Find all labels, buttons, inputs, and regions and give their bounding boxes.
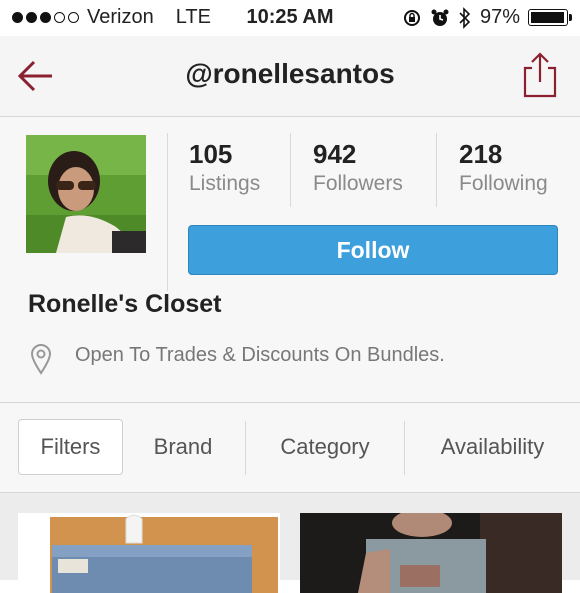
stat-divider xyxy=(290,133,291,207)
rotation-lock-icon xyxy=(403,9,420,26)
following-count: 218 xyxy=(459,139,503,169)
following-label: Following xyxy=(459,172,548,195)
brand-filter[interactable]: Brand xyxy=(130,419,236,475)
listing-image xyxy=(300,513,562,593)
follow-button[interactable]: Follow xyxy=(188,225,558,275)
filter-divider xyxy=(245,421,246,475)
listing-grid xyxy=(0,493,580,593)
alarm-icon xyxy=(431,9,449,26)
category-filter[interactable]: Category xyxy=(250,419,400,475)
avatar[interactable] xyxy=(26,135,146,253)
availability-filter[interactable]: Availability xyxy=(410,419,575,475)
nav-bar: @ronellesantos xyxy=(0,36,580,117)
stat-divider xyxy=(436,133,437,207)
profile-divider xyxy=(167,133,168,291)
stat-following[interactable]: 218 Following xyxy=(459,139,548,196)
bluetooth-icon xyxy=(459,6,471,29)
listing-image xyxy=(18,513,280,593)
filter-divider xyxy=(404,421,405,475)
listings-label: Listings xyxy=(189,172,261,195)
profile-header: 105 Listings 942 Followers 218 Following… xyxy=(0,117,580,403)
filters-button[interactable]: Filters xyxy=(18,419,123,475)
closet-name: Ronelle's Closet xyxy=(28,290,222,318)
followers-count: 942 xyxy=(313,139,357,169)
location-pin-icon xyxy=(30,344,52,375)
listing-card[interactable] xyxy=(18,513,280,593)
battery-percent: 97% xyxy=(479,6,520,28)
followers-label: Followers xyxy=(313,172,403,195)
status-right: 97% xyxy=(402,6,572,29)
filter-bar: Filters Brand Category Availability xyxy=(0,403,580,493)
status-bar: Verizon LTE 10:25 AM 97% xyxy=(0,0,580,36)
listings-count: 105 xyxy=(189,139,233,169)
battery-icon xyxy=(528,9,572,26)
stat-followers[interactable]: 942 Followers xyxy=(313,139,403,196)
page-title: @ronellesantos xyxy=(185,58,395,89)
stat-listings[interactable]: 105 Listings xyxy=(189,139,260,196)
closet-description: Open To Trades & Discounts On Bundles. xyxy=(75,344,445,366)
listing-card[interactable] xyxy=(300,513,562,593)
share-icon[interactable] xyxy=(520,50,560,100)
